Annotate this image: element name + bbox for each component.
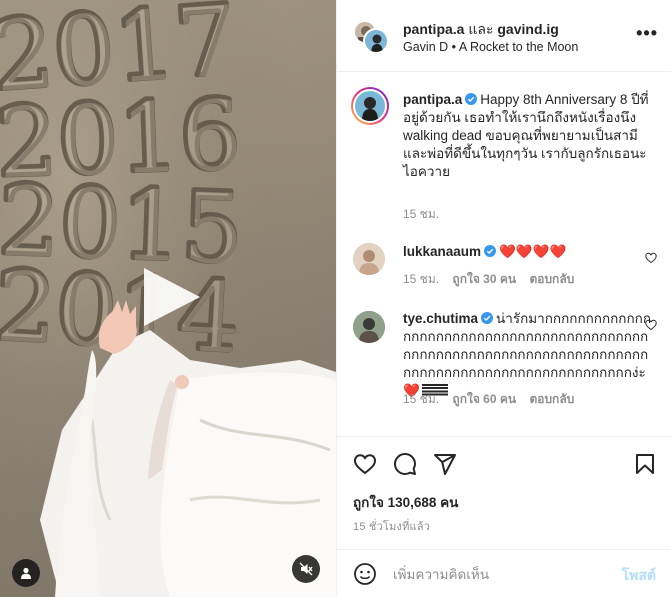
comment-input[interactable]: [393, 562, 603, 586]
comment: tye.chutima น่ารักมากกกกกกกกกกกกกกกกกกกกก…: [403, 310, 651, 400]
caption-username[interactable]: pantipa.a: [403, 92, 462, 107]
comment-like-icon[interactable]: [645, 252, 657, 264]
verified-icon: [484, 245, 497, 257]
comment-text-tail: กกกกกกกกกกกก: [533, 365, 632, 380]
post-actions: ถูกใจ 130,688 คน 15 ชั่วโมงที่แล้ว: [337, 436, 671, 549]
more-options-button[interactable]: •••: [636, 24, 658, 42]
post-authors: pantipa.a และ gavind.ig: [403, 19, 559, 41]
play-icon: [144, 268, 200, 326]
caption: pantipa.a Happy 8th Anniversary 8 ปีที่อย…: [403, 91, 658, 181]
comment-meta: 15 ชม. ถูกใจ 60 คน ตอบกลับ: [403, 390, 574, 409]
avatar[interactable]: [353, 311, 385, 343]
comments-list[interactable]: pantipa.a Happy 8th Anniversary 8 ปีที่อย…: [337, 73, 671, 435]
like-icon[interactable]: [353, 452, 377, 476]
mute-button[interactable]: [292, 555, 320, 583]
comment-username[interactable]: tye.chutima: [403, 311, 478, 326]
comment-likes[interactable]: ถูกใจ 30 คน: [452, 272, 516, 286]
emoji-icon[interactable]: [353, 562, 377, 586]
comment-composer: โพสต์: [337, 549, 671, 597]
caption-time: 15 ชม.: [403, 207, 440, 221]
verified-icon: [481, 312, 494, 324]
post-media[interactable]: 2017 2016 2015 2014 2017 2016 2015 2014: [0, 0, 336, 597]
avatar[interactable]: [353, 243, 385, 275]
comment-text: ❤️❤️❤️❤️: [499, 244, 567, 259]
user-tag-button[interactable]: [12, 559, 40, 587]
reply-button[interactable]: ตอบกลับ: [529, 392, 574, 406]
comment-likes[interactable]: ถูกใจ 60 คน: [452, 392, 516, 406]
comment-icon[interactable]: [393, 452, 417, 476]
comment-meta: 15 ชม. ถูกใจ 30 คน ตอบกลับ: [403, 270, 574, 289]
comment-username[interactable]: lukkanaaum: [403, 244, 481, 259]
coauthor-link[interactable]: gavind.ig: [497, 21, 558, 37]
share-icon[interactable]: [433, 452, 457, 476]
and-label: และ: [468, 21, 494, 37]
audio-separator: •: [451, 40, 457, 54]
audio-link[interactable]: Gavin D • A Rocket to the Moon: [403, 40, 578, 54]
comment: lukkanaaum ❤️❤️❤️❤️: [403, 243, 651, 261]
post-panel: pantipa.a และ gavind.ig Gavin D • A Rock…: [336, 0, 671, 597]
play-button[interactable]: [138, 264, 204, 330]
reply-button[interactable]: ตอบกลับ: [529, 272, 574, 286]
audio-artist: Gavin D: [403, 40, 449, 54]
post-time[interactable]: 15 ชั่วโมงที่แล้ว: [353, 517, 430, 535]
verified-icon: [465, 93, 478, 105]
avatar: [363, 28, 389, 54]
audio-title: A Rocket to the Moon: [458, 40, 579, 54]
author-link[interactable]: pantipa.a: [403, 21, 464, 37]
comment-time: 15 ชม.: [403, 392, 440, 406]
comment-text-ending: ง่ะ: [631, 365, 646, 380]
comment-like-icon[interactable]: [645, 319, 657, 331]
post-comment-button[interactable]: โพสต์: [622, 565, 656, 587]
user-tag-icon: [21, 567, 31, 579]
save-icon[interactable]: [633, 452, 657, 476]
likes-count[interactable]: ถูกใจ 130,688 คน: [353, 491, 458, 513]
comment-time: 15 ชม.: [403, 272, 440, 286]
collab-avatars[interactable]: [353, 20, 389, 54]
post-header: pantipa.a และ gavind.ig Gavin D • A Rock…: [337, 0, 671, 72]
caption-avatar[interactable]: [351, 87, 389, 125]
mute-icon: [299, 562, 313, 576]
